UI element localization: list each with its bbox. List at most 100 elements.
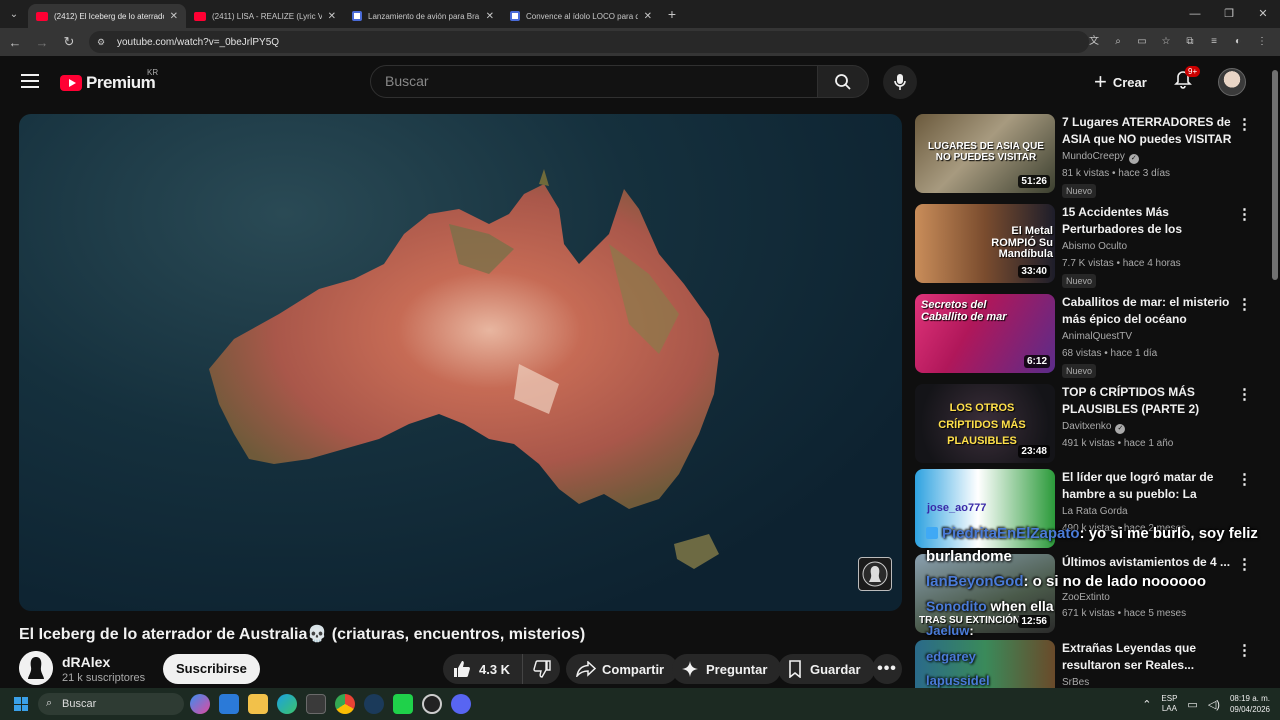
steam-icon[interactable] (364, 694, 384, 714)
taskbar-search[interactable]: ⌕ Buscar (38, 693, 184, 715)
recommendation-channel[interactable]: Abismo Oculto (1062, 241, 1127, 252)
save-button[interactable]: Guardar (778, 654, 875, 684)
recommendation-title[interactable]: TOP 6 CRÍPTIDOS MÁS PLAUSIBLES (PARTE 2) (1062, 384, 1232, 418)
profile-icon[interactable]: ◐ (1228, 33, 1248, 51)
recommendation-channel[interactable]: AnimalQuestTV (1062, 331, 1132, 342)
back-icon[interactable]: ← (3, 35, 27, 50)
recommendation-title[interactable]: 7 Lugares ATERRADORES de ASIA que NO pue… (1062, 114, 1232, 148)
video-thumbnail[interactable]: Secretos del Caballito de mar 6:12 (915, 294, 1055, 373)
discord-icon[interactable] (451, 694, 471, 714)
video-thumbnail[interactable]: LOS OTROS CRÍPTIDOS MÁS PLAUSIBLES 23:48 (915, 384, 1055, 463)
channel-name[interactable]: dRAlex (62, 654, 110, 670)
recommendation-channel[interactable]: La Rata Gorda (1062, 506, 1128, 517)
more-actions-button[interactable]: ••• (872, 654, 902, 684)
recommendation-item[interactable]: Secretos del Caballito de mar 6:12 Cabal… (915, 294, 1260, 378)
site-info-icon[interactable]: ⚙ (97, 37, 109, 47)
video-thumbnail[interactable]: El Metal ROMPIÓ Su Mandíbula 33:40 (915, 204, 1055, 283)
chevron-up-icon[interactable]: ⌃ (1142, 698, 1151, 711)
subscribe-button[interactable]: Suscribirse (163, 654, 260, 684)
microphone-icon (894, 74, 906, 90)
thumbnail-text: El Metal ROMPIÓ Su Mandíbula (991, 225, 1053, 261)
chat-icon (352, 11, 362, 21)
browser-tab[interactable]: (2411) LISA - REALIZE (Lyric Video ✕ (186, 4, 344, 28)
account-avatar[interactable] (1218, 68, 1246, 96)
voice-search-button[interactable] (883, 65, 917, 99)
notifications-button[interactable]: 9+ (1173, 66, 1201, 92)
share-button[interactable]: Compartir (566, 654, 679, 684)
more-vertical-icon[interactable]: ⋮ (1237, 117, 1252, 132)
reload-icon[interactable]: ↻ (57, 34, 81, 50)
system-clock[interactable]: 08:19 a. m. 09/04/2026 (1230, 693, 1270, 715)
extensions-icon[interactable]: ⧉ (1180, 33, 1200, 51)
more-vertical-icon[interactable]: ⋮ (1237, 557, 1252, 572)
recommendation-title[interactable]: 15 Accidentes Más Perturbadores de los R… (1062, 204, 1232, 238)
network-icon[interactable]: ▭ (1187, 698, 1197, 711)
search-button[interactable] (817, 65, 869, 98)
video-thumbnail[interactable]: LUGARES DE ASIA QUE NO PUEDES VISITAR 51… (915, 114, 1055, 193)
new-tab-icon[interactable]: + (660, 6, 684, 22)
more-vertical-icon[interactable]: ⋮ (1237, 643, 1252, 658)
close-window-icon[interactable]: ✕ (1246, 0, 1280, 28)
close-tab-icon[interactable]: ✕ (328, 11, 336, 22)
cast-icon[interactable]: ▭ (1132, 33, 1152, 51)
url-field[interactable]: ⚙ youtube.com/watch?v=_0beJrlPY5Q (89, 31, 1089, 53)
more-vertical-icon[interactable]: ⋮ (1237, 207, 1252, 222)
browser-tab[interactable]: Convence al ídolo LOCO para q ✕ (502, 4, 660, 28)
browser-menu-icon[interactable]: ⋮ (1252, 33, 1272, 51)
minimize-icon[interactable]: — (1178, 0, 1212, 28)
more-vertical-icon[interactable]: ⋮ (1237, 297, 1252, 312)
search-input[interactable]: Buscar (370, 65, 818, 98)
youtube-logo[interactable]: Premium KR (60, 68, 158, 93)
ask-button[interactable]: Preguntar (672, 654, 782, 684)
recommendation-channel[interactable]: SrBes (1062, 677, 1089, 688)
recommendation-meta: 491 k vistas • hace 1 año (1062, 438, 1174, 449)
close-tab-icon[interactable]: ✕ (170, 11, 178, 22)
recommendation-title[interactable]: Últimos avistamientos de 4 ... (1062, 554, 1232, 571)
scrollbar-thumb[interactable] (1272, 70, 1278, 280)
zoom-icon[interactable]: ⌕ (1108, 33, 1128, 51)
menu-icon[interactable] (21, 74, 39, 88)
close-tab-icon[interactable]: ✕ (644, 11, 652, 22)
browser-tab[interactable]: Lanzamiento de avión para Bra ✕ (344, 4, 502, 28)
recommendation-title[interactable]: Caballitos de mar: el misterio más épico… (1062, 294, 1232, 328)
browser-tab[interactable]: (2412) El Iceberg de lo aterrador ✕ (28, 4, 186, 28)
recommendation-item[interactable]: El Metal ROMPIÓ Su Mandíbula 33:40 15 Ac… (915, 204, 1260, 288)
recommendation-title[interactable]: El líder que logró matar de hambre a su … (1062, 469, 1232, 503)
close-tab-icon[interactable]: ✕ (486, 11, 494, 22)
store-icon[interactable] (219, 694, 239, 714)
windows-start-icon[interactable] (14, 697, 28, 711)
video-duration: 51:26 (1018, 175, 1050, 188)
recommendation-channel[interactable]: ZooExtinto (1062, 592, 1110, 603)
chrome-icon[interactable] (335, 694, 355, 714)
video-thumbnail[interactable]: TRAS SU EXTINCIÓN 12:56 (915, 554, 1055, 633)
copilot-icon[interactable] (190, 694, 210, 714)
bookmark-star-icon[interactable]: ☆ (1156, 33, 1176, 51)
edge-icon[interactable] (277, 694, 297, 714)
tab-search-menu-icon[interactable]: ⌄ (0, 0, 28, 28)
reading-list-icon[interactable]: ≡ (1204, 33, 1224, 51)
more-vertical-icon[interactable]: ⋮ (1237, 387, 1252, 402)
video-player[interactable] (19, 114, 902, 611)
page-scrollbar[interactable] (1270, 56, 1280, 688)
channel-watermark[interactable] (858, 557, 892, 591)
streaming-app-icon[interactable] (393, 694, 413, 714)
create-button[interactable]: + Crear (1084, 65, 1161, 99)
recommendation-channel[interactable]: Davitxenko ✓ (1062, 421, 1126, 434)
obs-icon[interactable] (422, 694, 442, 714)
recommendation-item[interactable]: LUGARES DE ASIA QUE NO PUEDES VISITAR 51… (915, 114, 1260, 198)
input-language[interactable]: ESP LAA (1161, 694, 1177, 714)
channel-avatar[interactable] (19, 651, 53, 685)
translate-icon[interactable]: 文 (1084, 33, 1104, 51)
xbox-icon[interactable] (306, 694, 326, 714)
forward-icon[interactable]: → (30, 35, 54, 50)
recommendation-channel[interactable]: MundoCreepy ✓ (1062, 151, 1139, 164)
file-explorer-icon[interactable] (248, 694, 268, 714)
restore-icon[interactable]: ❐ (1212, 0, 1246, 28)
chat-username: IanBeyonGod (926, 573, 1024, 590)
recommendation-item[interactable]: LOS OTROS CRÍPTIDOS MÁS PLAUSIBLES 23:48… (915, 384, 1260, 468)
like-button[interactable]: 4.3 K (443, 654, 524, 684)
recommendation-title[interactable]: Extrañas Leyendas que resultaron ser Rea… (1062, 640, 1232, 674)
more-vertical-icon[interactable]: ⋮ (1237, 472, 1252, 487)
dislike-button[interactable] (523, 660, 560, 678)
volume-icon[interactable]: ◁) (1208, 698, 1220, 711)
